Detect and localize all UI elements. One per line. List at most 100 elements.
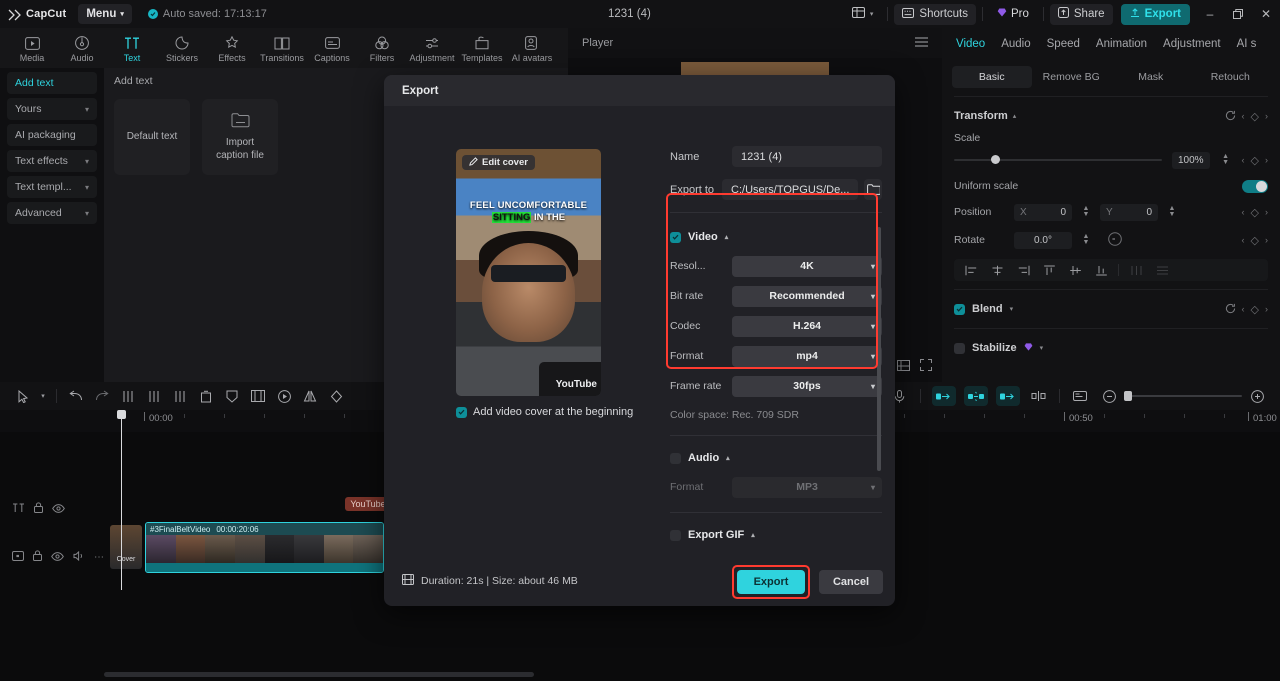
zoom-in-icon[interactable] <box>1244 383 1270 409</box>
adsorption-icon[interactable] <box>932 386 956 406</box>
tool-templates[interactable]: Templates <box>458 33 506 63</box>
redo-icon[interactable] <box>89 383 115 409</box>
playhead[interactable] <box>117 410 126 590</box>
maximize-button[interactable] <box>1224 0 1252 28</box>
blend-checkbox[interactable] <box>954 303 965 315</box>
audio-section-checkbox[interactable] <box>670 452 681 464</box>
export-to-input[interactable]: C:/Users/TOPGUS/De... <box>722 179 859 200</box>
select-tool-icon[interactable] <box>10 383 36 409</box>
align-middle-icon[interactable] <box>1062 259 1088 281</box>
titlebar-export-button[interactable]: Export <box>1120 3 1190 25</box>
tool-text[interactable]: Text <box>108 33 156 63</box>
lock-icon[interactable] <box>33 548 42 566</box>
tool-transitions[interactable]: Transitions <box>258 33 306 63</box>
keyframe-next-icon[interactable]: › <box>1265 155 1268 165</box>
framerate-select[interactable]: 30fps ▾ <box>732 375 882 397</box>
keyframe-icon[interactable]: ◇ <box>1251 234 1259 247</box>
keyframe-icon[interactable]: ◇ <box>1251 303 1259 316</box>
scale-stepper[interactable]: ▲ ▼ <box>1220 153 1232 166</box>
speed-icon[interactable] <box>271 383 297 409</box>
sidebar-item-advanced[interactable]: Advanced ▾ <box>7 202 97 224</box>
freeze-icon[interactable] <box>219 383 245 409</box>
resolution-select[interactable]: 4K ▾ <box>732 255 882 277</box>
codec-select[interactable]: H.264 ▾ <box>732 315 882 337</box>
fullscreen-icon[interactable] <box>920 358 932 376</box>
keyframe-prev-icon[interactable]: ‹ <box>1242 304 1245 314</box>
tool-filters[interactable]: Filters <box>358 33 406 63</box>
scale-slider-knob[interactable] <box>991 155 1001 164</box>
subtab-basic[interactable]: Basic <box>952 66 1032 88</box>
bitrate-select[interactable]: Recommended ▾ <box>732 285 882 307</box>
add-video-cover-checkbox[interactable] <box>456 406 467 418</box>
sidebar-item-text-templates[interactable]: Text templ... ▾ <box>7 176 97 198</box>
keyframe-icon[interactable]: ◇ <box>1251 110 1259 123</box>
mirror-icon[interactable] <box>297 383 323 409</box>
tab-video[interactable]: Video <box>956 38 985 50</box>
sidebar-item-add-text[interactable]: Add text <box>7 72 97 94</box>
cover-clip[interactable]: Cover <box>110 525 142 569</box>
trim-left-icon[interactable] <box>141 383 167 409</box>
timeline-zoom-knob[interactable] <box>1124 391 1132 401</box>
position-x-stepper[interactable]: ▲ ▼ <box>1080 205 1092 218</box>
eye-icon[interactable] <box>52 500 65 518</box>
cancel-button[interactable]: Cancel <box>819 570 883 594</box>
reset-icon[interactable] <box>1225 110 1236 123</box>
keyframe-prev-icon[interactable]: ‹ <box>1242 155 1245 165</box>
scale-value[interactable]: 100% <box>1171 151 1210 169</box>
video-section-checkbox[interactable] <box>670 231 681 243</box>
lock-icon[interactable] <box>34 500 43 518</box>
tab-animation[interactable]: Animation <box>1096 38 1147 50</box>
keyframe-next-icon[interactable]: › <box>1265 235 1268 245</box>
select-tool-chevron-icon[interactable]: ▾ <box>36 383 50 409</box>
chevron-up-icon[interactable]: ▴ <box>751 531 755 539</box>
tool-audio[interactable]: Audio <box>58 33 106 63</box>
tool-adjustment[interactable]: Adjustment <box>408 33 456 63</box>
mute-icon[interactable] <box>73 548 85 566</box>
sidebar-item-ai-packaging[interactable]: AI packaging <box>7 124 97 146</box>
hamburger-icon[interactable] <box>915 36 928 50</box>
sidebar-item-yours[interactable]: Yours ▾ <box>7 98 97 120</box>
tab-adjustment[interactable]: Adjustment <box>1163 38 1221 50</box>
keyframe-next-icon[interactable]: › <box>1265 111 1268 121</box>
export-confirm-button[interactable]: Export <box>737 570 805 594</box>
keyframe-prev-icon[interactable]: ‹ <box>1242 235 1245 245</box>
keyframe-tool-icon[interactable] <box>323 383 349 409</box>
cover-preview[interactable]: Edit cover FEEL UNCOMFORTABLE SITTING IN… <box>456 149 601 396</box>
tab-speed[interactable]: Speed <box>1047 38 1080 50</box>
edit-cover-button[interactable]: Edit cover <box>462 155 535 170</box>
more-options-icon[interactable]: ⋯ <box>94 552 105 563</box>
rotate-dial-icon[interactable] <box>1108 231 1122 249</box>
position-y-field[interactable]: Y 0 <box>1100 203 1158 221</box>
export-settings-scrollbar[interactable] <box>877 227 881 471</box>
scale-slider[interactable] <box>954 155 1162 164</box>
add-video-cover-checkbox-row[interactable]: Add video cover at the beginning <box>456 406 633 418</box>
tab-ai-tools[interactable]: AI s <box>1237 38 1257 50</box>
chevron-up-icon[interactable]: ▴ <box>725 233 729 241</box>
zoom-out-icon[interactable] <box>1096 383 1122 409</box>
minimize-button[interactable]: – <box>1196 0 1224 28</box>
delete-icon[interactable] <box>193 383 219 409</box>
tool-ai-avatars[interactable]: AI avatars <box>508 33 556 63</box>
default-text-card[interactable]: Default text <box>114 99 190 175</box>
position-x-field[interactable]: X 0 <box>1014 203 1072 221</box>
keyframe-prev-icon[interactable]: ‹ <box>1242 111 1245 121</box>
format-select[interactable]: mp4 ▾ <box>732 345 882 367</box>
menu-button[interactable]: Menu ▾ <box>78 4 132 24</box>
align-left-icon[interactable] <box>958 259 984 281</box>
tab-audio[interactable]: Audio <box>1001 38 1030 50</box>
keyframe-next-icon[interactable]: › <box>1265 207 1268 217</box>
keyframe-icon[interactable]: ◇ <box>1251 206 1259 219</box>
close-button[interactable]: ✕ <box>1252 0 1280 28</box>
layout-button[interactable]: ▾ <box>844 4 882 25</box>
chevron-up-icon[interactable]: ▴ <box>726 454 730 462</box>
undo-icon[interactable] <box>63 383 89 409</box>
eye-icon[interactable] <box>51 548 64 566</box>
rotate-stepper[interactable]: ▲ ▼ <box>1080 233 1092 246</box>
subtab-retouch[interactable]: Retouch <box>1191 66 1271 88</box>
tool-effects[interactable]: Effects <box>208 33 256 63</box>
keyframe-next-icon[interactable]: › <box>1265 304 1268 314</box>
split-icon[interactable] <box>115 383 141 409</box>
crop-icon[interactable] <box>245 383 271 409</box>
align-center-horizontal-icon[interactable] <box>984 259 1010 281</box>
align-top-icon[interactable] <box>1036 259 1062 281</box>
